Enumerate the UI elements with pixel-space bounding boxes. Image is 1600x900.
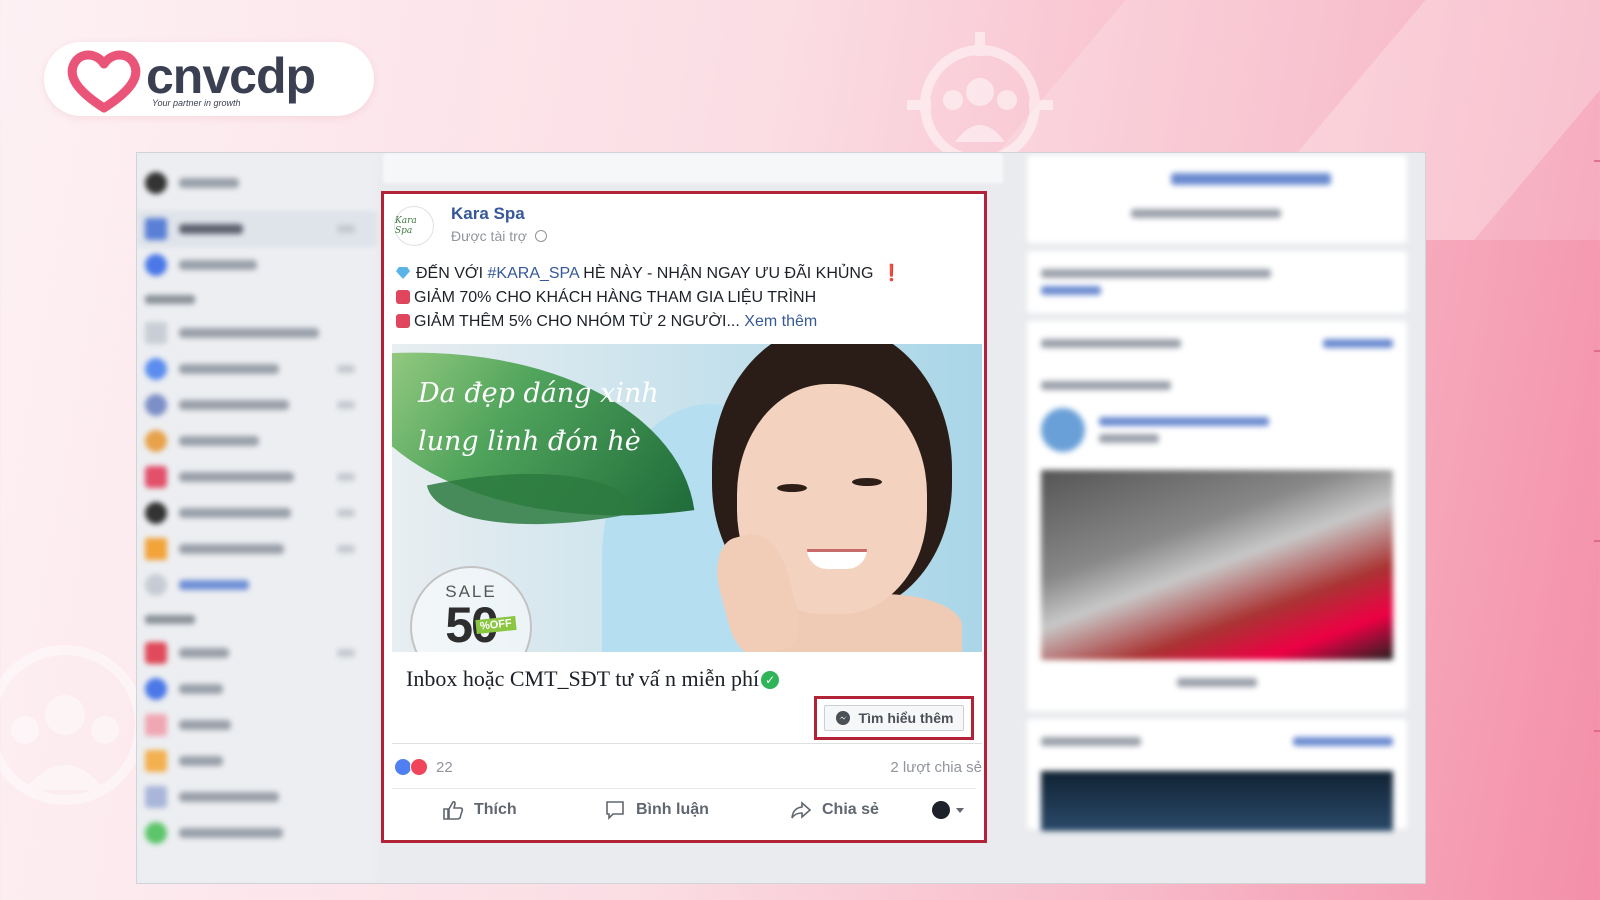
like-button[interactable]: Thích	[442, 799, 517, 821]
share-count[interactable]: 2 lượt chia sẻ	[890, 759, 982, 776]
slogan-line-2: lung linh đón hè	[418, 426, 641, 457]
exclamation-emoji-icon: ❗	[881, 265, 902, 282]
learn-more-button[interactable]: Tìm hiểu thêm	[823, 705, 965, 731]
audience-selector[interactable]	[932, 801, 964, 819]
edge-markers	[1594, 160, 1600, 900]
model-eye	[777, 484, 807, 492]
feed-top-bar	[383, 153, 1003, 183]
brand-name: cnvcdp	[146, 48, 316, 104]
love-reaction-icon[interactable]	[410, 758, 428, 776]
post-line-2: GIẢM 70% CHO KHÁCH HÀNG THAM GIA LIỆU TR…	[396, 286, 970, 310]
comment-button[interactable]: Bình luận	[604, 799, 709, 821]
post-line-1: ĐẾN VỚI #KARA_SPA HÈ NÀY - NHẬN NGAY ƯU …	[396, 262, 970, 286]
model-eye	[852, 478, 882, 486]
slogan-line-1: Da đẹp dáng xinh	[418, 378, 659, 409]
line1-prefix: ĐẾN VỚI	[416, 265, 488, 282]
suggested-page-image	[1041, 470, 1393, 660]
post-line-3: GIẢM THÊM 5% CHO NHÓM TỪ 2 NGƯỜI... Xem …	[396, 310, 970, 334]
share-arrow-icon	[791, 801, 812, 819]
comment-label: Bình luận	[636, 801, 709, 818]
share-label: Chia sẻ	[822, 801, 879, 818]
gift-emoji-icon	[396, 314, 410, 328]
like-label: Thích	[474, 801, 517, 818]
see-more-link[interactable]: Xem thêm	[744, 313, 817, 330]
page-name-link[interactable]: Kara Spa	[451, 204, 525, 224]
sale-badge: SALE 50 %OFF	[410, 566, 532, 652]
caption-text: Inbox hoặc CMT_SĐT tư vấ n miễn phí	[406, 666, 760, 691]
left-sidebar-blurred	[137, 153, 377, 883]
cta-highlight: Tìm hiểu thêm	[814, 696, 974, 740]
ad-image[interactable]: Da đẹp dáng xinh lung linh đón hè SALE 5…	[392, 344, 982, 652]
learn-more-label: Tìm hiểu thêm	[858, 710, 954, 726]
ad-caption: Inbox hoặc CMT_SĐT tư vấ n miễn phí ✓	[406, 666, 780, 692]
sponsored-text: Được tài trợ	[451, 228, 527, 244]
diamond-emoji-icon	[396, 267, 410, 279]
right-sidebar-blurred	[1017, 153, 1417, 883]
heart-logo-icon	[67, 50, 141, 113]
audience-people-icon	[0, 645, 145, 805]
line3-text: GIẢM THÊM 5% CHO NHÓM TỪ 2 NGƯỜI...	[414, 313, 740, 330]
gift-emoji-icon	[396, 290, 410, 304]
share-button[interactable]: Chia sẻ	[790, 799, 879, 821]
sponsored-label: Được tài trợ	[451, 228, 547, 244]
line1-suffix: HÈ NÀY - NHẬN NGAY ƯU ĐÃI KHỦNG	[578, 265, 874, 282]
reactions-bar: 22 2 lượt chia sẻ	[384, 744, 984, 788]
reaction-count[interactable]: 22	[436, 759, 453, 776]
sponsored-post: Kara Spa Kara Spa Được tài trợ ĐẾN VỚI #…	[381, 191, 987, 843]
messenger-icon	[835, 711, 850, 725]
facebook-screenshot: Kara Spa Kara Spa Được tài trợ ĐẾN VỚI #…	[136, 152, 1426, 884]
caret-down-icon	[956, 807, 964, 813]
hashtag-link[interactable]: #KARA_SPA	[488, 265, 579, 282]
line2-text: GIẢM 70% CHO KHÁCH HÀNG THAM GIA LIỆU TR…	[414, 289, 817, 306]
page-avatar[interactable]: Kara Spa	[394, 206, 434, 246]
post-text: ĐẾN VỚI #KARA_SPA HÈ NÀY - NHẬN NGAY ƯU …	[384, 258, 984, 334]
ad-slogan: Da đẹp dáng xinh lung linh đón hè	[418, 370, 659, 466]
ad-caption-box: Inbox hoặc CMT_SĐT tư vấ n miễn phí ✓ Tìm…	[392, 652, 982, 744]
check-mark-icon: ✓	[761, 671, 780, 689]
post-header: Kara Spa Kara Spa Được tài trợ	[384, 194, 984, 258]
post-actions: Thích Bình luận Chia sẻ	[392, 788, 976, 832]
brand-tagline: Your partner in growth	[152, 98, 241, 108]
comment-icon	[606, 801, 624, 820]
globe-icon	[534, 230, 547, 242]
profile-avatar	[932, 801, 950, 819]
brand-logo: cnvcdp Your partner in growth	[44, 42, 374, 116]
thumbs-up-icon	[443, 800, 464, 820]
